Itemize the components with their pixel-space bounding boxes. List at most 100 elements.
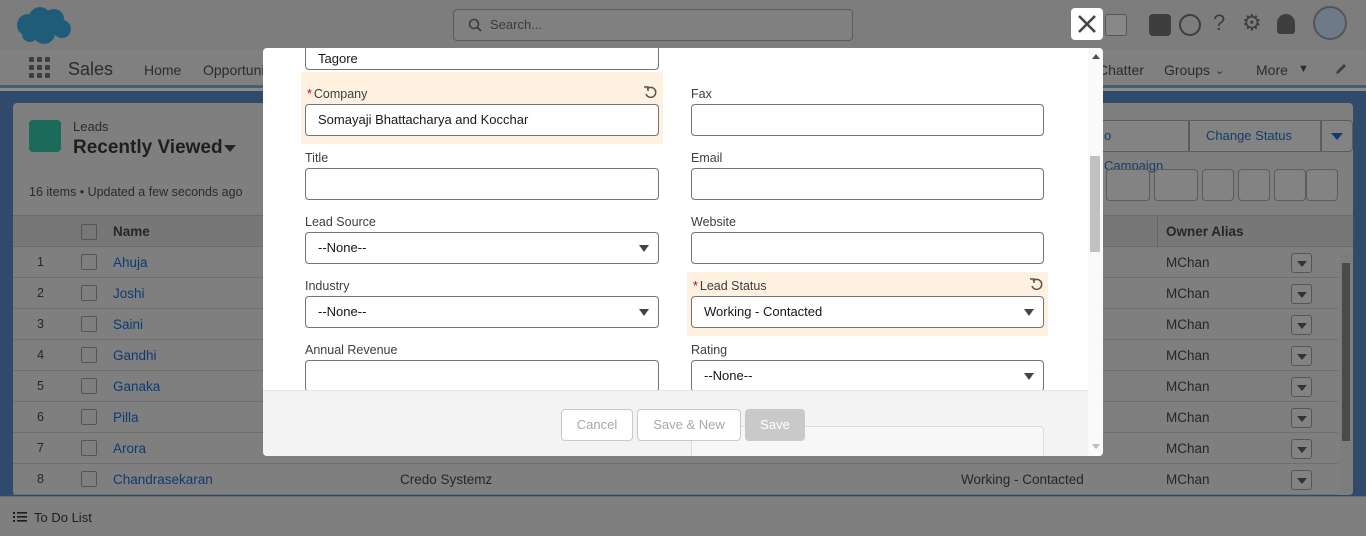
nav-tab-more[interactable]: More	[1256, 62, 1288, 78]
row-actions-dropdown[interactable]	[1291, 470, 1312, 490]
website-input[interactable]	[691, 232, 1044, 264]
list-settings-gear-button[interactable]	[1106, 169, 1150, 201]
close-modal-button[interactable]	[1071, 8, 1103, 40]
row-checkbox[interactable]	[81, 347, 97, 363]
row-actions-dropdown[interactable]	[1291, 284, 1312, 304]
modal-footer: Cancel Save & New Save	[263, 390, 1088, 456]
modal-scrollbar-thumb[interactable]	[1090, 156, 1100, 252]
lead-name-link[interactable]: Pilla	[113, 410, 139, 425]
row-checkbox[interactable]	[81, 409, 97, 425]
lead-source-label: Lead Source	[305, 215, 376, 229]
nav-tab-groups[interactable]: Groups	[1164, 62, 1210, 78]
email-input[interactable]	[691, 168, 1044, 200]
global-actions-icon[interactable]	[1149, 14, 1171, 36]
row-actions-dropdown[interactable]	[1291, 315, 1312, 335]
nav-tab-opportunities[interactable]: Opportuni	[203, 62, 264, 78]
title-input[interactable]	[305, 168, 659, 200]
list-view-title[interactable]: Recently Viewed	[73, 137, 223, 159]
save-and-new-button[interactable]: Save & New	[637, 409, 741, 441]
refresh-button[interactable]	[1202, 169, 1234, 201]
row-number: 4	[37, 348, 44, 362]
row-actions-dropdown[interactable]	[1291, 377, 1312, 397]
row-checkbox[interactable]	[81, 316, 97, 332]
website-label: Website	[691, 215, 736, 229]
more-actions-dropdown[interactable]	[1321, 120, 1353, 152]
fax-input[interactable]	[691, 104, 1044, 136]
help-icon[interactable]: ?	[1213, 10, 1225, 36]
lead-object-icon	[29, 120, 61, 152]
industry-select[interactable]: --None--	[305, 296, 659, 328]
charts-button[interactable]	[1274, 169, 1306, 201]
display-as-table-button[interactable]	[1154, 169, 1198, 201]
todo-list-button[interactable]: To Do List	[34, 510, 92, 525]
row-checkbox[interactable]	[81, 440, 97, 456]
add-to-campaign-button[interactable]: o Campaign	[1089, 120, 1189, 173]
salesforce-cloud-logo[interactable]	[14, 5, 74, 45]
owner-alias-cell: MChan	[1166, 255, 1210, 270]
lead-name-link[interactable]: Ganaka	[113, 379, 160, 394]
page-scrollbar[interactable]	[1339, 253, 1353, 493]
setup-gear-icon[interactable]: ⚙	[1242, 10, 1262, 36]
lead-name-link[interactable]: Joshi	[113, 286, 145, 301]
undo-company-icon[interactable]	[643, 85, 657, 99]
lead-name-link[interactable]: Ahuja	[113, 255, 148, 270]
row-actions-dropdown[interactable]	[1291, 346, 1312, 366]
row-checkbox[interactable]	[81, 254, 97, 270]
company-input[interactable]: Somayaji Bhattacharya and Kocchar	[305, 104, 659, 136]
chevron-down-icon[interactable]: ⌄	[1215, 64, 1224, 77]
rating-select[interactable]: --None--	[691, 360, 1044, 390]
row-checkbox[interactable]	[81, 378, 97, 394]
save-button[interactable]: Save	[745, 409, 805, 441]
scroll-up-arrow-icon[interactable]	[1092, 54, 1100, 59]
row-actions-dropdown[interactable]	[1291, 439, 1312, 459]
undo-lead-status-icon[interactable]	[1029, 277, 1043, 291]
lead-source-select[interactable]: --None--	[305, 232, 659, 264]
owner-alias-cell: MChan	[1166, 472, 1210, 487]
row-number: 3	[37, 317, 44, 331]
row-checkbox[interactable]	[81, 471, 97, 487]
filters-button[interactable]	[1306, 169, 1338, 201]
column-header-name[interactable]: Name	[113, 224, 150, 239]
new-lead-modal: Tagore * Company Somayaji Bhattacharya an…	[263, 48, 1103, 456]
cancel-button[interactable]: Cancel	[561, 409, 633, 441]
table-row: 8 Chandrasekaran Credo Systemz Working - Co…	[13, 464, 1338, 495]
nav-tab-home[interactable]: Home	[144, 62, 181, 78]
lead-name-link[interactable]: Saini	[113, 317, 143, 332]
scrollbar-thumb[interactable]	[1342, 263, 1350, 441]
list-meta-status: 16 items • Updated a few seconds ago	[29, 185, 243, 199]
lead-name-link[interactable]: Gandhi	[113, 348, 157, 363]
owner-alias-cell: MChan	[1166, 410, 1210, 425]
list-view-dropdown-icon[interactable]	[224, 143, 236, 153]
object-label: Leads	[73, 119, 109, 134]
lead-name-link[interactable]: Arora	[113, 441, 146, 456]
close-icon	[1078, 15, 1096, 33]
inline-edit-pencil-button[interactable]	[1238, 169, 1270, 201]
lead-name-link[interactable]: Chandrasekaran	[113, 472, 213, 487]
row-actions-dropdown[interactable]	[1291, 253, 1312, 273]
lead-status-select[interactable]: Working - Contacted	[691, 296, 1044, 328]
modal-body: Tagore * Company Somayaji Bhattacharya an…	[263, 48, 1088, 390]
scroll-down-arrow-icon[interactable]	[1092, 444, 1100, 449]
change-status-button[interactable]: Change Status	[1189, 120, 1321, 152]
more-dropdown-icon[interactable]: ▼	[1298, 63, 1309, 75]
column-header-owner-alias[interactable]: Owner Alias	[1166, 224, 1244, 239]
lead-status-cell: Working - Contacted	[961, 472, 1084, 487]
app-launcher-icon[interactable]	[29, 57, 51, 79]
notifications-bell-icon[interactable]	[1277, 14, 1295, 34]
row-number: 8	[37, 472, 44, 486]
global-search-input[interactable]: Search...	[453, 9, 853, 41]
edit-nav-pencil-icon[interactable]	[1334, 62, 1348, 76]
company-cell: Credo Systemz	[400, 472, 493, 487]
select-all-checkbox[interactable]	[81, 224, 97, 240]
nav-tab-chatter[interactable]: Chatter	[1098, 62, 1144, 78]
row-checkbox[interactable]	[81, 285, 97, 301]
last-name-input[interactable]: Tagore	[305, 48, 659, 70]
user-avatar[interactable]	[1313, 6, 1347, 40]
trailhead-icon[interactable]	[1179, 14, 1201, 36]
annual-revenue-input[interactable]	[305, 360, 659, 390]
lead-status-label: * Lead Status	[693, 279, 767, 293]
favorites-dropdown-button[interactable]	[1105, 14, 1127, 36]
annual-revenue-label: Annual Revenue	[305, 343, 398, 357]
row-actions-dropdown[interactable]	[1291, 408, 1312, 428]
modal-scrollbar[interactable]	[1088, 48, 1103, 456]
